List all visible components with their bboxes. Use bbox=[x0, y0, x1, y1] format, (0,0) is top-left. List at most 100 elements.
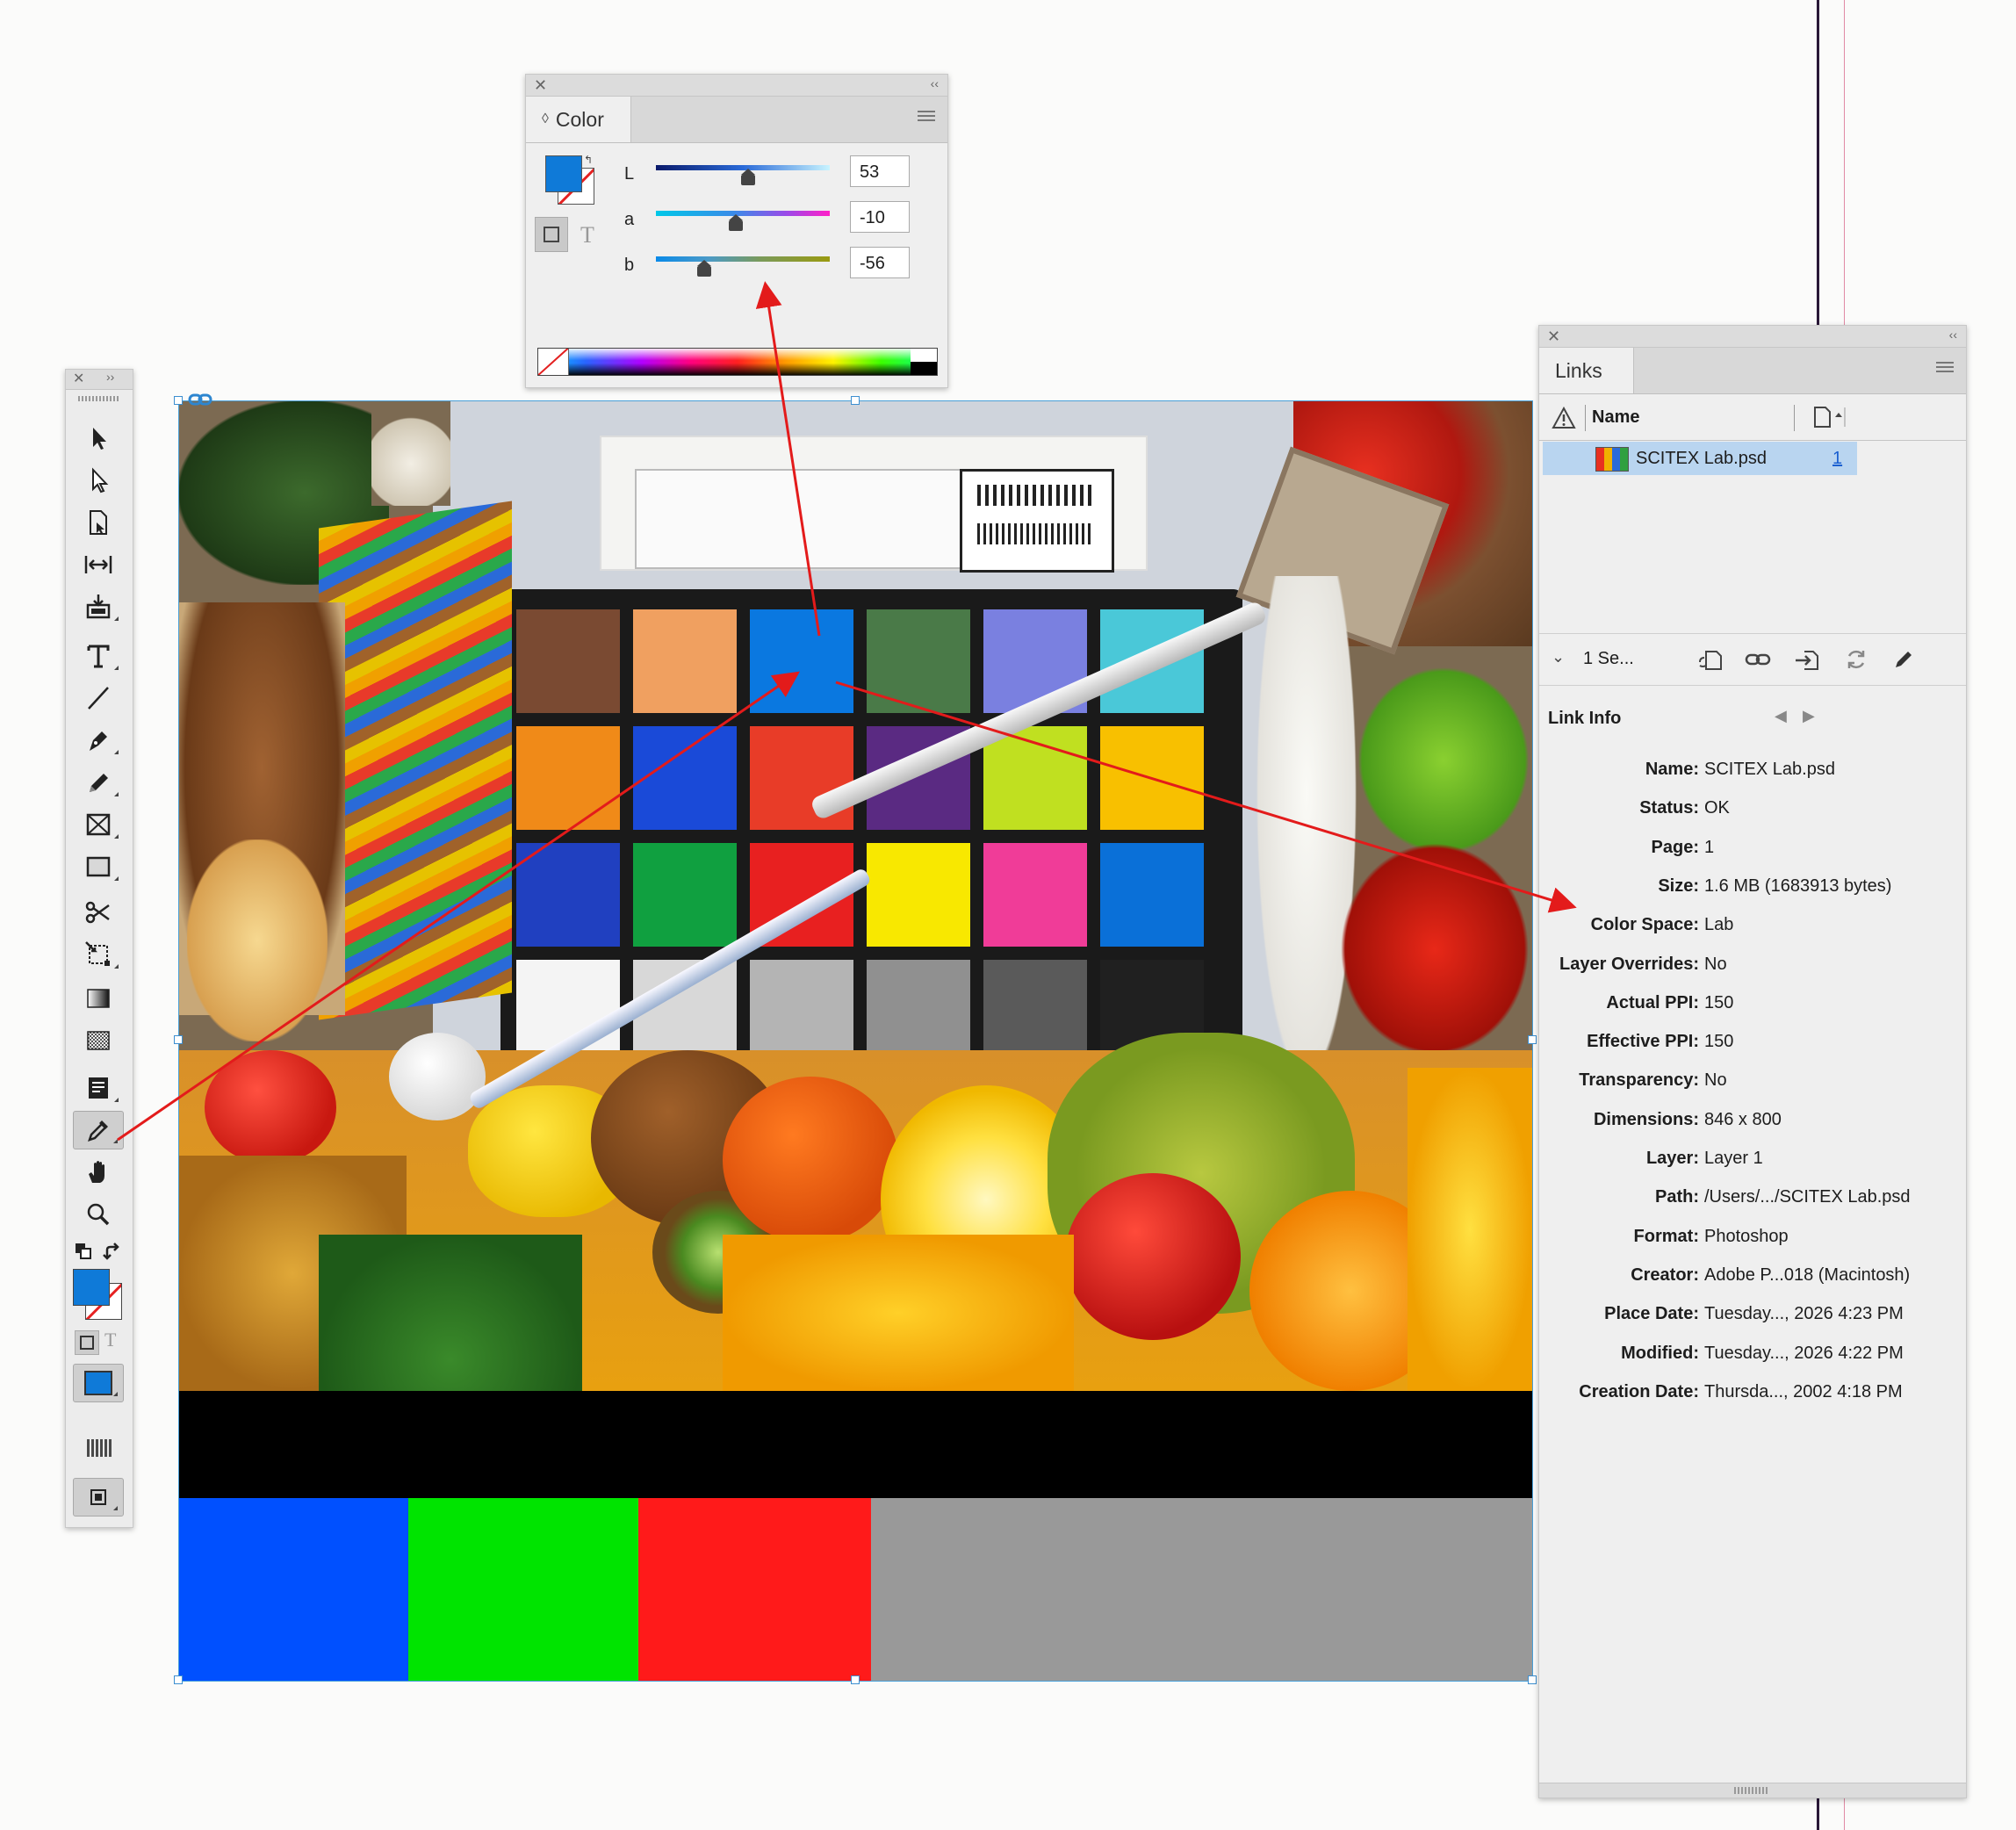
color-patch bbox=[1100, 843, 1204, 947]
chevron-down-icon[interactable]: ⌄ bbox=[1552, 648, 1565, 666]
eyedropper-tool-icon[interactable] bbox=[73, 1111, 124, 1149]
links-panel: ✕ ‹‹ Links Name SCITEX Lab.psd 1 ⌄ 1 Se.… bbox=[1538, 325, 1967, 1798]
frame-handle-tm[interactable] bbox=[851, 396, 860, 405]
grip-handle[interactable] bbox=[78, 396, 120, 401]
gap-tool-icon[interactable] bbox=[73, 545, 124, 584]
gradient-swatch-tool-icon[interactable] bbox=[73, 979, 124, 1018]
pen-tool-icon[interactable] bbox=[73, 721, 124, 760]
link-info-row: Transparency: No bbox=[1539, 1070, 1966, 1097]
go-to-link-icon[interactable] bbox=[1794, 646, 1820, 673]
link-info-key: Color Space: bbox=[1590, 915, 1699, 935]
color-patch bbox=[750, 726, 853, 830]
color-patch bbox=[867, 843, 970, 947]
collapse-icon[interactable]: ‹‹ bbox=[931, 76, 939, 90]
formatting-container-icon[interactable] bbox=[535, 217, 568, 252]
color-panel-tabrow: ◊ Color bbox=[526, 97, 947, 143]
screen-mode-icon[interactable] bbox=[73, 1478, 124, 1517]
frame-handle-bm[interactable] bbox=[851, 1675, 860, 1684]
color-panel: ✕ ‹‹ ◊ Color ↰ T L 53 a -10 b -56 bbox=[525, 74, 948, 388]
relink-icon[interactable] bbox=[1745, 646, 1771, 673]
type-tool-icon[interactable] bbox=[73, 637, 124, 675]
black-white-swatches[interactable] bbox=[911, 349, 937, 375]
link-info-key: Path: bbox=[1655, 1187, 1699, 1207]
close-icon[interactable]: ✕ bbox=[73, 370, 84, 387]
edit-original-icon[interactable] bbox=[1890, 646, 1917, 673]
content-collector-tool-icon[interactable] bbox=[73, 587, 124, 626]
none-color-swatch[interactable] bbox=[538, 349, 569, 375]
fill-color-swatch[interactable] bbox=[73, 1269, 110, 1306]
name-column-header[interactable]: Name bbox=[1592, 407, 1639, 428]
panel-menu-icon[interactable] bbox=[918, 111, 935, 123]
panel-menu-icon[interactable] bbox=[1936, 362, 1954, 374]
update-link-icon[interactable] bbox=[1843, 646, 1869, 673]
warning-column-icon[interactable] bbox=[1552, 406, 1576, 434]
slider-b-track[interactable] bbox=[656, 256, 830, 262]
next-link-icon[interactable]: ▶ bbox=[1803, 707, 1815, 725]
black-band bbox=[178, 1391, 1532, 1498]
close-icon[interactable]: ✕ bbox=[534, 76, 547, 95]
relink-cc-icon[interactable] bbox=[1697, 646, 1724, 673]
rectangle-tool-icon[interactable] bbox=[73, 847, 124, 886]
scissors-tool-icon[interactable] bbox=[73, 893, 124, 932]
b-value-field[interactable]: -56 bbox=[850, 247, 910, 278]
color-patch bbox=[633, 843, 737, 947]
panel-options-toggle-icon[interactable]: ◊ bbox=[542, 112, 549, 127]
close-icon[interactable]: ✕ bbox=[1547, 328, 1560, 346]
link-row[interactable]: SCITEX Lab.psd 1 bbox=[1543, 442, 1857, 475]
zoom-tool-icon[interactable] bbox=[73, 1195, 124, 1234]
formatting-container-icon[interactable] bbox=[75, 1330, 99, 1355]
frame-handle-bl[interactable] bbox=[174, 1675, 183, 1684]
fill-swatch[interactable] bbox=[545, 155, 582, 192]
gradient-feather-tool-icon[interactable] bbox=[73, 1021, 124, 1060]
color-ramp[interactable] bbox=[537, 348, 938, 376]
direct-selection-tool-icon[interactable] bbox=[73, 461, 124, 500]
frame-handle-ml[interactable] bbox=[174, 1035, 183, 1044]
page-tool-icon[interactable] bbox=[73, 503, 124, 542]
placed-image-scitex-lab[interactable] bbox=[178, 400, 1532, 1681]
link-page-number[interactable]: 1 bbox=[1832, 449, 1842, 469]
link-info-key: Effective PPI: bbox=[1587, 1032, 1699, 1052]
link-info-value: 1.6 MB (1683913 bytes) bbox=[1704, 875, 1892, 896]
default-colors-icon[interactable] bbox=[75, 1243, 92, 1260]
resize-grip-icon[interactable] bbox=[1734, 1787, 1769, 1794]
rectangle-frame-tool-icon[interactable] bbox=[73, 805, 124, 844]
a-value-field[interactable]: -10 bbox=[850, 201, 910, 233]
free-transform-tool-icon[interactable] bbox=[73, 935, 124, 974]
slider-l-label: L bbox=[624, 164, 635, 184]
expand-icon[interactable]: ›› bbox=[106, 370, 114, 384]
color-bar bbox=[178, 1498, 408, 1681]
color-patch bbox=[983, 960, 1087, 1063]
frame-handle-mr[interactable] bbox=[1528, 1035, 1537, 1044]
collapse-icon[interactable]: ‹‹ bbox=[1949, 328, 1957, 342]
note-tool-icon[interactable] bbox=[73, 1069, 124, 1107]
apply-color-icon[interactable] bbox=[73, 1364, 124, 1402]
tab-color[interactable]: ◊ Color bbox=[526, 97, 631, 142]
link-info-row: Creation Date: Thursda..., 2002 4:18 PM bbox=[1539, 1382, 1966, 1409]
link-info-key: Format: bbox=[1633, 1226, 1699, 1246]
links-footer-toolbar: ⌄ 1 Se... bbox=[1539, 633, 1966, 686]
link-info-row: Layer: Layer 1 bbox=[1539, 1149, 1966, 1175]
formatting-text-icon[interactable]: T bbox=[104, 1329, 116, 1351]
link-info-title[interactable]: Link Info bbox=[1548, 709, 1621, 729]
swap-fill-stroke-icon[interactable]: ↰ bbox=[584, 154, 593, 166]
color-patch bbox=[750, 960, 853, 1063]
pencil-tool-icon[interactable] bbox=[73, 763, 124, 802]
previous-link-icon[interactable]: ◀ bbox=[1775, 707, 1787, 725]
hand-tool-icon[interactable] bbox=[73, 1153, 124, 1192]
frame-handle-tl[interactable] bbox=[174, 396, 183, 405]
line-tool-icon[interactable] bbox=[73, 679, 124, 717]
formatting-text-icon[interactable]: T bbox=[580, 222, 594, 249]
link-info-value: Tuesday..., 2026 4:23 PM bbox=[1704, 1304, 1904, 1324]
swap-colors-icon[interactable] bbox=[103, 1243, 122, 1262]
page-column-icon[interactable] bbox=[1811, 405, 1847, 434]
color-patch bbox=[1100, 726, 1204, 830]
link-info-key: Creation Date: bbox=[1579, 1381, 1699, 1401]
link-badge-icon[interactable] bbox=[188, 392, 214, 409]
link-info-key: Size: bbox=[1658, 875, 1699, 896]
frame-handle-br[interactable] bbox=[1528, 1675, 1537, 1684]
tools-panel: ✕ ›› T bbox=[65, 369, 133, 1528]
l-value-field[interactable]: 53 bbox=[850, 155, 910, 187]
screen-mode-dots-icon[interactable] bbox=[87, 1439, 112, 1457]
selection-tool-icon[interactable] bbox=[73, 419, 124, 458]
tab-links[interactable]: Links bbox=[1539, 348, 1634, 393]
